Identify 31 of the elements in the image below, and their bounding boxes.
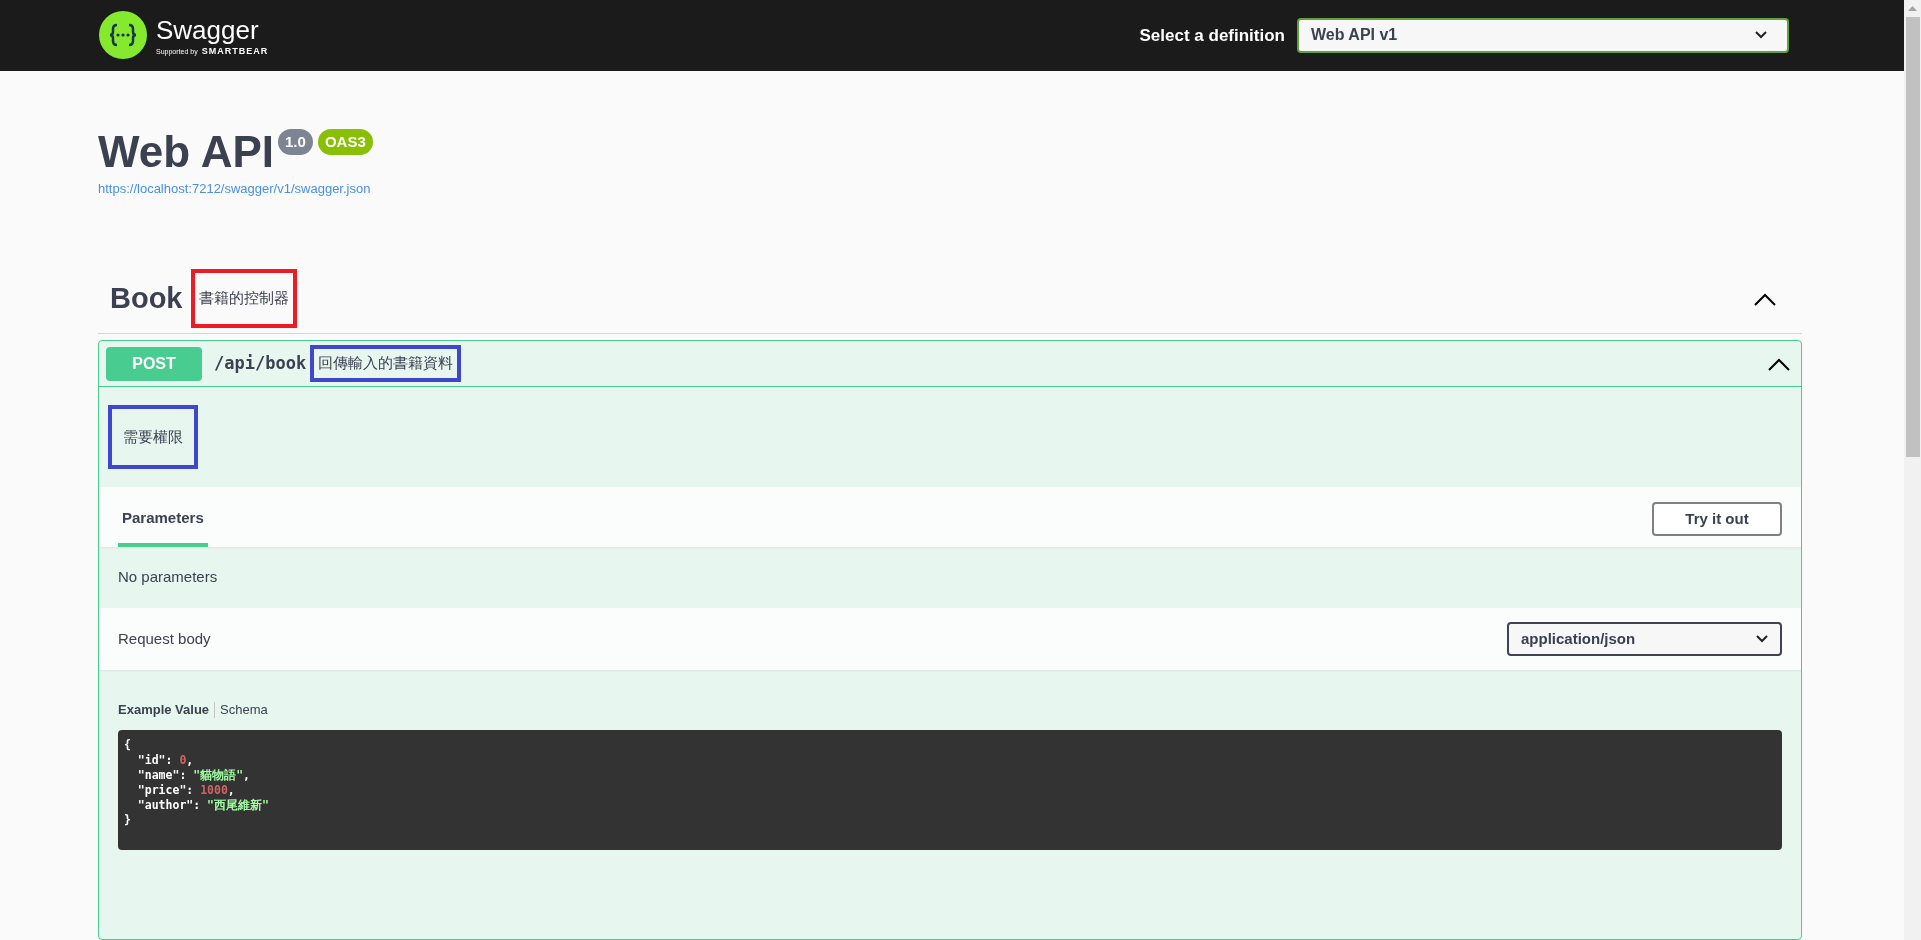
version-badge: 1.0: [278, 128, 313, 155]
operation-description: 需要權限: [108, 404, 198, 470]
definition-label: Select a definition: [1139, 24, 1285, 47]
definition-select[interactable]: Web API v1: [1297, 17, 1789, 53]
tag-header[interactable]: Book 書籍的控制器: [98, 264, 1802, 334]
chevron-icon[interactable]: [1754, 291, 1776, 306]
operation-summary[interactable]: POST /api/book 回傳輸入的書籍資料: [99, 341, 1801, 387]
example-tab[interactable]: Schema: [220, 700, 268, 720]
tag-name: Book: [110, 280, 183, 316]
scrollbar-thumb[interactable]: [1905, 17, 1920, 457]
method-badge: POST: [106, 346, 202, 381]
no-parameters-text: No parameters: [118, 567, 218, 588]
content-type-select[interactable]: application/json: [1507, 622, 1782, 656]
swagger-logo-icon: [98, 10, 148, 61]
scrollbar[interactable]: [1904, 0, 1921, 940]
oas-badge: OAS3: [317, 128, 373, 155]
logo-text: Swagger: [156, 14, 260, 45]
request-body-label: Request body: [118, 628, 211, 649]
logo-brand: SMARTBEAR: [201, 46, 269, 56]
chevron-down-icon: [1756, 635, 1768, 643]
parameters-tab[interactable]: Parameters: [118, 506, 208, 547]
api-title: Web API: [98, 126, 275, 177]
tag-description: 書籍的控制器: [190, 269, 297, 328]
operation-summary-text: 回傳輸入的書籍資料: [310, 345, 462, 382]
scroll-up-icon[interactable]: [1908, 6, 1917, 11]
operation-path: /api/book: [214, 351, 307, 375]
example-code-block: { "id": 0, "name": "貓物語", "price": 1000, "author": "西尾維新" }: [118, 729, 1782, 850]
chevron-icon[interactable]: [1768, 356, 1790, 371]
chevron-down-icon: [1755, 31, 1767, 40]
example-tab[interactable]: Example Value: [118, 700, 210, 720]
try-it-out-button[interactable]: Try it out: [1652, 502, 1782, 536]
